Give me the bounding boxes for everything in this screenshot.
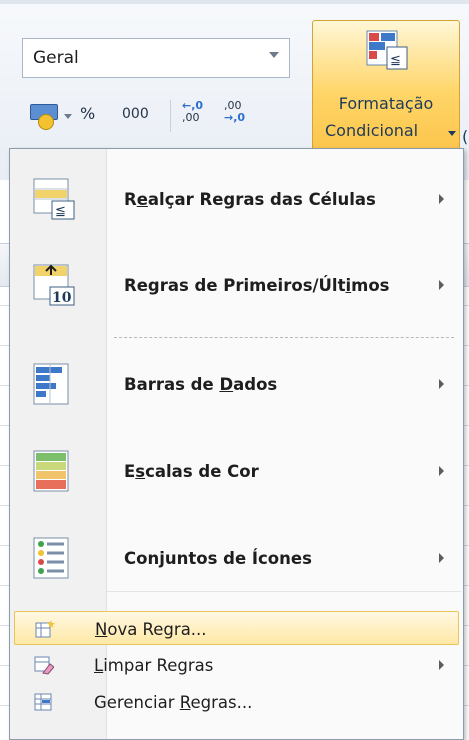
- menu-item-icon-sets[interactable]: Conjuntos de Ícones: [14, 518, 459, 600]
- menu-item-label: Nova Regra...: [95, 620, 207, 639]
- comma-style-button[interactable]: 000: [122, 106, 158, 142]
- menu-item-label: Regras de Primeiros/Últimos: [124, 276, 390, 295]
- menu-item-new-rule[interactable]: Nova Regra...: [14, 611, 459, 645]
- submenu-arrow-icon: [439, 466, 444, 476]
- menu-item-data-bars[interactable]: Barras de Dados: [14, 344, 459, 426]
- decrease-decimal-button[interactable]: ,00 →,0: [224, 100, 264, 136]
- conditional-formatting-icon: ≦: [366, 30, 408, 70]
- menu-item-label: Realçar Regras das Células: [124, 190, 376, 209]
- number-format-select[interactable]: Geral: [22, 38, 290, 78]
- menu-item-manage-rules[interactable]: Gerenciar Regras...: [14, 685, 459, 719]
- icon-sets-icon: [33, 537, 69, 579]
- submenu-arrow-icon: [439, 660, 444, 670]
- submenu-arrow-icon: [439, 280, 444, 290]
- conditional-formatting-menu: ≦ Realçar Regras das Células 10 Regras d…: [9, 148, 464, 740]
- menu-item-highlight-cells-rules[interactable]: ≦ Realçar Regras das Células: [14, 159, 459, 241]
- menu-separator: [114, 337, 454, 338]
- coin-icon: [38, 114, 54, 130]
- decrease-decimal-bottom: →,0: [224, 111, 246, 124]
- svg-text:10: 10: [52, 290, 72, 306]
- manage-rules-icon: [34, 693, 52, 711]
- accounting-format-button[interactable]: [26, 98, 60, 134]
- clear-rules-icon: [34, 656, 54, 675]
- percent-style-button[interactable]: %: [80, 104, 104, 140]
- menu-item-label: Conjuntos de Ícones: [124, 549, 312, 568]
- data-bars-icon: [33, 363, 69, 405]
- menu-item-label: Gerenciar Regras...: [94, 693, 253, 712]
- chevron-down-icon: [448, 131, 456, 136]
- new-rule-icon: [35, 620, 55, 638]
- menu-item-label: Limpar Regras: [94, 656, 214, 675]
- svg-text:≦: ≦: [55, 204, 66, 219]
- submenu-arrow-icon: [439, 194, 444, 204]
- highlight-cells-rules-icon: ≦: [33, 178, 75, 220]
- conditional-formatting-label-2: Condicional: [325, 121, 419, 140]
- chevron-down-icon[interactable]: [269, 52, 279, 58]
- submenu-arrow-icon: [439, 553, 444, 563]
- ribbon-top-border: [0, 0, 469, 4]
- top-bottom-rules-icon: 10: [33, 264, 75, 306]
- svg-text:≦: ≦: [390, 53, 401, 68]
- increase-decimal-button[interactable]: ←,0 ,00: [182, 100, 222, 136]
- conditional-formatting-label-1: Formatação: [338, 94, 434, 113]
- number-format-buttons: % 000 ←,0 ,00 ,00 →,0: [22, 98, 302, 134]
- increase-decimal-bottom: ,00: [182, 111, 200, 124]
- chevron-down-icon[interactable]: [64, 114, 72, 119]
- menu-item-clear-rules[interactable]: Limpar Regras: [14, 648, 459, 682]
- next-group-label-fragment: (: [462, 127, 469, 146]
- menu-separator: [106, 591, 461, 592]
- number-format-value: Geral: [33, 48, 79, 68]
- menu-item-label: Barras de Dados: [124, 375, 278, 394]
- menu-item-label: Escalas de Cor: [124, 462, 259, 481]
- toolbar-separator: [170, 100, 171, 132]
- submenu-arrow-icon: [439, 379, 444, 389]
- color-scales-icon: [33, 450, 69, 492]
- conditional-formatting-button[interactable]: ≦ Formatação Condicional: [312, 20, 460, 153]
- menu-item-color-scales[interactable]: Escalas de Cor: [14, 431, 459, 513]
- menu-item-top-bottom-rules[interactable]: 10 Regras de Primeiros/Últimos: [14, 245, 459, 327]
